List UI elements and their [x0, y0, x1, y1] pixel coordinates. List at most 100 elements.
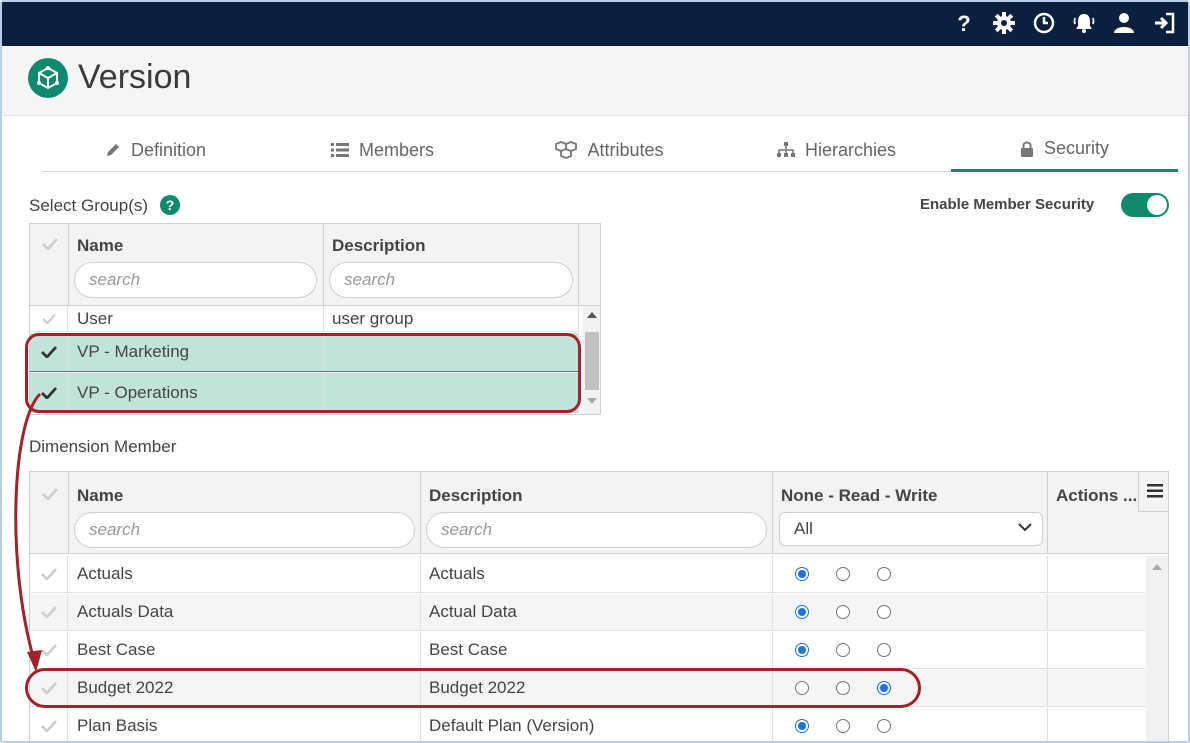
history-clock-icon[interactable]: [1032, 11, 1056, 35]
description-cell: Actuals: [421, 556, 773, 592]
radio-write[interactable]: [877, 605, 891, 619]
select-all-checkbox[interactable]: [30, 224, 69, 305]
actions-cell: [1048, 556, 1146, 592]
notifications-bell-icon[interactable]: [1072, 11, 1096, 35]
tab-label: Hierarchies: [804, 139, 897, 160]
column-title: Actions ...: [1056, 486, 1138, 505]
radio-none[interactable]: [795, 605, 809, 619]
cell-text: VP - Operations: [77, 383, 198, 402]
table-row[interactable]: VP - Marketing: [30, 333, 579, 372]
table-row[interactable]: Actuals Data Actual Data: [30, 594, 1146, 631]
lock-icon: [1020, 141, 1033, 157]
name-cell: Budget 2022: [69, 670, 421, 706]
table-row[interactable]: Actuals Actuals: [30, 556, 1146, 593]
table-row[interactable]: User user group: [30, 306, 579, 332]
check-icon: [41, 313, 56, 324]
description-cell: Default Plan (Version): [421, 708, 773, 741]
radio-read[interactable]: [836, 605, 850, 619]
description-column-header[interactable]: Description search: [421, 472, 773, 553]
check-icon: [40, 346, 57, 358]
tab-label: Attributes: [587, 139, 664, 160]
cell-text: VP - Marketing: [77, 342, 190, 361]
user-profile-icon[interactable]: [1112, 11, 1136, 35]
members-grid: Name search Description search None - Re…: [29, 471, 1169, 741]
access-filter-select[interactable]: All: [779, 512, 1043, 546]
radio-none[interactable]: [795, 681, 809, 695]
cell-text: Budget 2022: [429, 678, 526, 697]
radio-none[interactable]: [795, 567, 809, 581]
radio-read[interactable]: [836, 719, 850, 733]
radio-read[interactable]: [836, 681, 850, 695]
sitemap-icon: [776, 142, 795, 157]
name-cell: VP - Operations: [69, 373, 324, 413]
cell-text: Budget 2022: [77, 678, 174, 697]
column-title: Description: [332, 236, 426, 255]
cell-text: user group: [332, 308, 414, 328]
cell-text: Actual Data: [429, 602, 517, 621]
radio-write[interactable]: [877, 567, 891, 581]
radio-read[interactable]: [836, 643, 850, 657]
tab-security[interactable]: Security: [951, 128, 1178, 172]
table-row[interactable]: Best Case Best Case: [30, 632, 1146, 669]
row-checkbox[interactable]: [30, 708, 68, 741]
tab-members[interactable]: Members: [269, 128, 496, 172]
radio-none[interactable]: [795, 719, 809, 733]
access-column-header[interactable]: None - Read - Write All: [773, 472, 1048, 553]
tab-label: Definition: [130, 139, 207, 160]
column-menu-button[interactable]: [1138, 472, 1168, 512]
scroll-up-icon[interactable]: [587, 312, 597, 318]
name-cell: Plan Basis: [69, 708, 421, 741]
tab-attributes[interactable]: Attributes: [496, 128, 723, 172]
name-column-header[interactable]: Name search: [69, 224, 324, 305]
row-checkbox[interactable]: [30, 333, 68, 371]
description-cell: Best Case: [421, 632, 773, 668]
groups-scrollbar[interactable]: [583, 306, 600, 414]
radio-read[interactable]: [836, 567, 850, 581]
name-search-input[interactable]: search: [74, 512, 415, 548]
groups-grid: Name search Description search User user…: [29, 223, 601, 415]
sign-out-icon[interactable]: [1152, 11, 1176, 35]
description-search-input[interactable]: search: [426, 512, 767, 548]
radio-write[interactable]: [877, 719, 891, 733]
cell-text: Best Case: [77, 640, 156, 659]
table-row[interactable]: Budget 2022 Budget 2022: [30, 670, 1146, 707]
cell-text: Plan Basis: [77, 716, 158, 735]
select-groups-label: Select Group(s): [29, 196, 149, 215]
scrollbar-thumb[interactable]: [585, 332, 599, 390]
settings-gear-icon[interactable]: [992, 11, 1016, 35]
actions-column-header[interactable]: Actions ...: [1048, 472, 1138, 553]
radio-write[interactable]: [877, 681, 891, 695]
members-scrollbar[interactable]: [1146, 556, 1168, 741]
table-row[interactable]: Plan Basis Default Plan (Version): [30, 708, 1146, 741]
tab-definition[interactable]: Definition: [42, 128, 269, 172]
actions-cell: [1048, 708, 1146, 741]
name-column-header[interactable]: Name search: [69, 472, 421, 553]
scroll-down-icon[interactable]: [587, 398, 597, 404]
pencil-icon: [106, 144, 119, 156]
table-row[interactable]: VP - Operations: [30, 373, 579, 413]
actions-cell: [1048, 670, 1146, 706]
radio-none[interactable]: [795, 643, 809, 657]
tab-bar: Definition Members Attributes Hierarchie…: [42, 128, 1178, 172]
actions-cell: [1048, 632, 1146, 668]
radio-write[interactable]: [877, 643, 891, 657]
help-icon[interactable]: ?: [952, 11, 976, 35]
actions-cell: [1048, 594, 1146, 630]
enable-member-security-label: Enable Member Security: [920, 196, 1095, 213]
column-title: Name: [77, 486, 124, 505]
description-search-input[interactable]: search: [329, 262, 573, 298]
description-column-header[interactable]: Description search: [324, 224, 579, 305]
name-search-input[interactable]: search: [74, 262, 317, 298]
menu-icon: [1147, 484, 1163, 498]
enable-member-security-toggle[interactable]: [1121, 193, 1169, 217]
row-checkbox[interactable]: [30, 306, 68, 331]
name-cell: Actuals: [69, 556, 421, 592]
svg-text:?: ?: [957, 12, 970, 34]
members-grid-header: Name search Description search None - Re…: [30, 472, 1168, 554]
version-cube-icon: [28, 58, 68, 98]
cubes-icon: [555, 141, 578, 159]
tab-hierarchies[interactable]: Hierarchies: [723, 128, 950, 172]
access-cell: [773, 556, 1048, 592]
help-icon[interactable]: ?: [160, 195, 180, 215]
scroll-up-icon[interactable]: [1152, 564, 1162, 570]
